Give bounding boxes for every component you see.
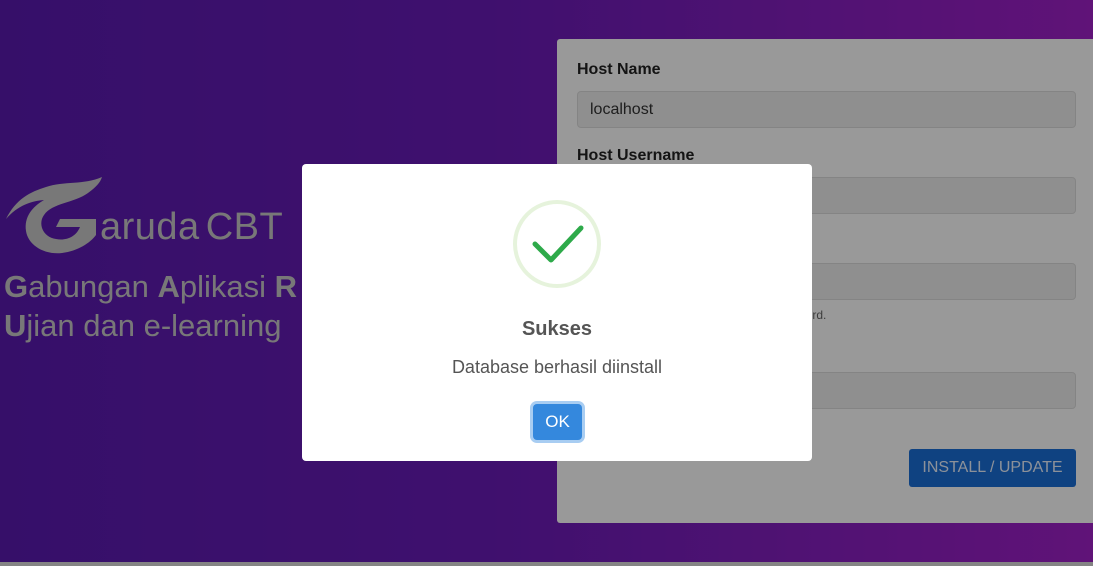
ok-button[interactable]: OK bbox=[533, 404, 582, 440]
dialog-message: Database berhasil diinstall bbox=[451, 357, 663, 377]
check-icon bbox=[532, 225, 584, 263]
success-dialog: Sukses Database berhasil diinstall OK bbox=[302, 164, 812, 461]
success-icon-circle bbox=[513, 200, 601, 288]
dialog-title: Sukses bbox=[521, 318, 593, 340]
